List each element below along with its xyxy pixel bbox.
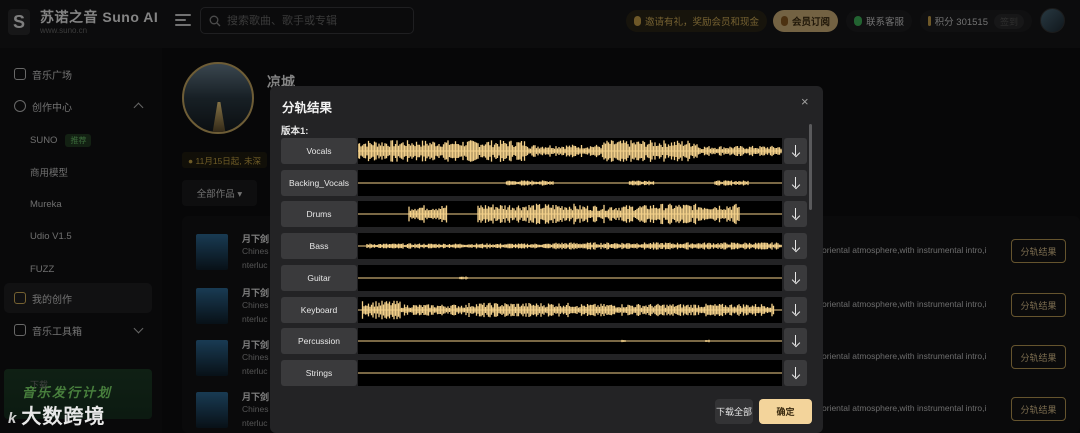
- track-name: Bass: [281, 233, 357, 260]
- waveform-svg: [358, 242, 782, 250]
- track-row-keyboard: Keyboard: [281, 296, 809, 323]
- download-icon: [792, 271, 800, 284]
- track-row-drums: Drums: [281, 201, 809, 228]
- download-icon: [792, 303, 800, 316]
- download-button[interactable]: [784, 201, 807, 228]
- waveform-svg: [358, 204, 782, 225]
- waveform-svg: [358, 339, 782, 343]
- download-icon: [792, 240, 800, 252]
- track-name: Guitar: [281, 264, 357, 291]
- track-name: Percussion: [281, 328, 357, 355]
- waveform-svg: [358, 372, 782, 374]
- download-icon: [792, 176, 800, 189]
- waveform[interactable]: [358, 264, 782, 291]
- download-button[interactable]: [784, 359, 807, 386]
- download-button[interactable]: [784, 328, 807, 355]
- version-label: 版本1:: [281, 126, 309, 137]
- download-icon: [792, 335, 800, 347]
- waveform[interactable]: [358, 359, 782, 386]
- waveform[interactable]: [358, 233, 782, 260]
- waveform[interactable]: [358, 169, 782, 196]
- waveform-path: [358, 140, 782, 162]
- download-button[interactable]: [784, 138, 807, 164]
- track-row-percussion: Percussion: [281, 328, 809, 355]
- waveform-svg: [358, 180, 782, 186]
- waveform[interactable]: [358, 138, 782, 164]
- waveform[interactable]: [358, 328, 782, 355]
- waveform-path: [361, 300, 775, 319]
- download-all-button[interactable]: 下载全部: [715, 399, 753, 424]
- download-button[interactable]: [784, 169, 807, 196]
- track-name: Vocals: [281, 138, 357, 164]
- waveform-svg: [358, 300, 782, 319]
- scrollbar[interactable]: [809, 124, 812, 210]
- track-row-vocals: Vocals: [281, 138, 809, 164]
- download-icon: [792, 366, 800, 379]
- waveform-path: [366, 242, 782, 250]
- track-name: Drums: [281, 201, 357, 228]
- track-name: Keyboard: [281, 296, 357, 323]
- download-button[interactable]: [784, 264, 807, 291]
- close-icon[interactable]: ×: [801, 94, 809, 109]
- watermark-text: 大数跨境: [21, 406, 106, 428]
- track-list: Vocals Backing_Vocals Drums Bass Guitar …: [281, 138, 809, 388]
- waveform-svg: [358, 140, 782, 162]
- stem-results-dialog: 分轨结果 × 版本1: Vocals Backing_Vocals Drums …: [270, 86, 823, 433]
- track-row-strings: Strings: [281, 359, 809, 386]
- waveform[interactable]: [358, 201, 782, 228]
- download-button[interactable]: [784, 233, 807, 260]
- download-icon: [792, 145, 800, 157]
- download-icon: [792, 208, 800, 220]
- waveform-svg: [358, 276, 782, 280]
- waveform[interactable]: [358, 296, 782, 323]
- track-row-guitar: Guitar: [281, 264, 809, 291]
- track-row-bass: Bass: [281, 233, 809, 260]
- watermark-logo: k 大数跨境: [8, 400, 105, 429]
- track-name: Strings: [281, 359, 357, 386]
- track-row-backing-vocals: Backing_Vocals: [281, 169, 809, 196]
- download-button[interactable]: [784, 296, 807, 323]
- confirm-button[interactable]: 确定: [759, 399, 812, 424]
- watermark-mark-icon: k: [8, 410, 18, 427]
- track-name: Backing_Vocals: [281, 169, 357, 196]
- dialog-title: 分轨结果: [282, 101, 333, 115]
